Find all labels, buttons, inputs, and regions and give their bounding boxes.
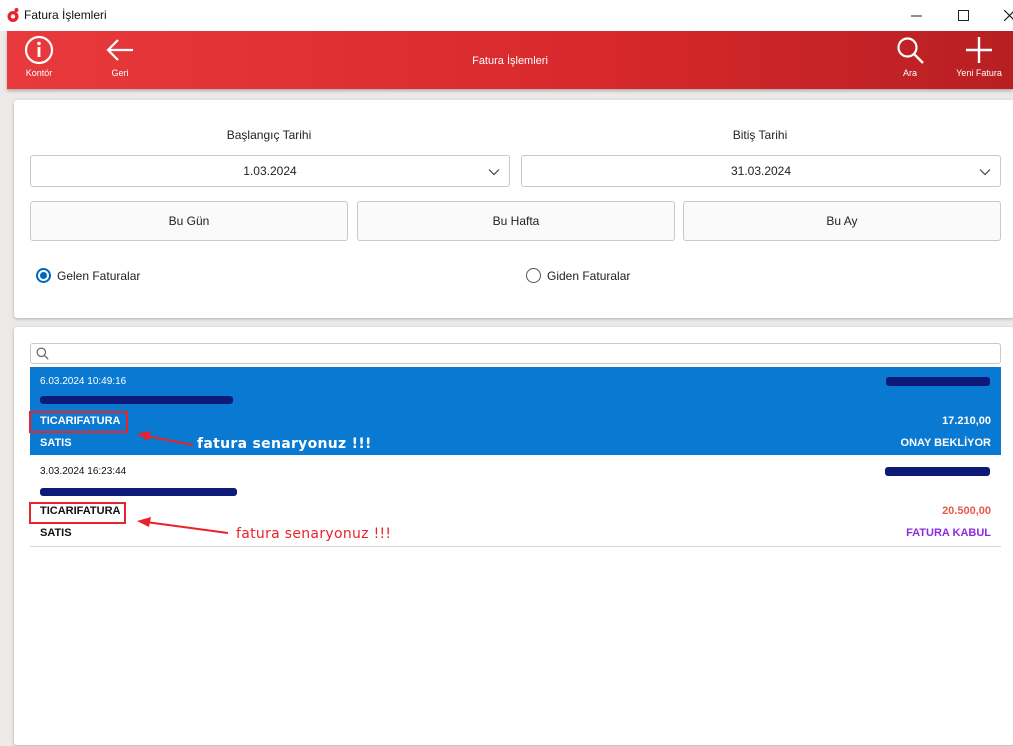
invoice-type: SATIS — [40, 437, 72, 449]
outgoing-invoices-label: Giden Faturalar — [547, 268, 631, 283]
annotation-text: fatura senaryonuz !!! — [197, 436, 372, 452]
invoice-list-card: 6.03.2024 10:49:16 TICARIFATURA SATIS 17… — [14, 327, 1013, 745]
search-icon — [36, 347, 49, 360]
annotation-text: fatura senaryonuz !!! — [236, 526, 392, 542]
this-week-button[interactable]: Bu Hafta — [357, 201, 675, 241]
window-title: Fatura İşlemleri — [24, 8, 107, 22]
redacted-party-id — [886, 377, 990, 386]
search-label: Ara — [902, 68, 917, 78]
end-date-value: 31.03.2024 — [730, 164, 792, 178]
page-title: Fatura İşlemleri — [472, 55, 548, 67]
end-date-label: Bitiş Tarihi — [732, 128, 788, 142]
search-field[interactable] — [30, 343, 1001, 364]
invoice-amount: 20.500,00 — [942, 505, 991, 517]
today-button[interactable]: Bu Gün — [30, 201, 348, 241]
maximize-button[interactable] — [940, 0, 986, 31]
minimize-button[interactable] — [893, 0, 939, 31]
new-invoice-button[interactable]: Yeni Fatura — [947, 35, 1011, 78]
invoice-row-selected[interactable]: 6.03.2024 10:49:16 TICARIFATURA SATIS 17… — [30, 367, 1001, 455]
radio-selected-indicator — [36, 268, 51, 283]
incoming-invoices-label: Gelen Faturalar — [57, 268, 141, 283]
invoice-status: ONAY BEKLİYOR — [900, 437, 991, 449]
start-date-label: Başlangıç Tarihi — [226, 128, 312, 142]
redacted-party-id — [885, 467, 990, 476]
invoice-date: 3.03.2024 16:23:44 — [40, 466, 127, 477]
minimize-icon — [910, 15, 922, 17]
outgoing-invoices-radio[interactable]: Giden Faturalar — [526, 268, 630, 283]
search-input[interactable] — [53, 345, 993, 362]
app-icon — [7, 8, 19, 22]
invoice-status: FATURA KABUL — [906, 527, 991, 539]
new-invoice-label: Yeni Fatura — [956, 68, 1002, 78]
plus-icon — [966, 37, 992, 63]
invoice-date: 6.03.2024 10:49:16 — [40, 376, 127, 387]
redacted-party-name — [40, 396, 233, 404]
radio-unselected-indicator — [526, 268, 541, 283]
filter-card: Başlangıç Tarihi Bitiş Tarihi 1.03.2024 … — [14, 100, 1013, 318]
annotation-highlight-box — [29, 411, 128, 433]
chevron-down-icon — [979, 169, 991, 176]
this-month-button[interactable]: Bu Ay — [683, 201, 1001, 241]
invoice-type: SATIS — [40, 527, 72, 539]
back-label: Geri — [111, 68, 129, 78]
invoice-row[interactable]: 3.03.2024 16:23:44 TICARIFATURA SATIS 20… — [30, 457, 1001, 547]
kontor-label: Kontör — [25, 68, 53, 78]
app-bar: Kontör Geri Fatura İşlemleri Ara Yeni Fa… — [7, 31, 1013, 89]
search-button[interactable]: Ara — [891, 35, 929, 78]
start-date-picker[interactable]: 1.03.2024 — [30, 155, 510, 187]
search-icon — [897, 37, 924, 64]
close-icon — [1003, 10, 1013, 21]
window-title-bar: Fatura İşlemleri — [0, 0, 1013, 31]
invoice-amount: 17.210,00 — [942, 415, 991, 427]
end-date-picker[interactable]: 31.03.2024 — [521, 155, 1001, 187]
redacted-party-name — [40, 488, 237, 496]
annotation-highlight-box — [29, 502, 126, 524]
maximize-icon — [957, 10, 969, 21]
chevron-down-icon — [488, 169, 500, 176]
close-button[interactable] — [986, 0, 1013, 31]
start-date-value: 1.03.2024 — [243, 164, 297, 178]
incoming-invoices-radio[interactable]: Gelen Faturalar — [36, 268, 140, 283]
